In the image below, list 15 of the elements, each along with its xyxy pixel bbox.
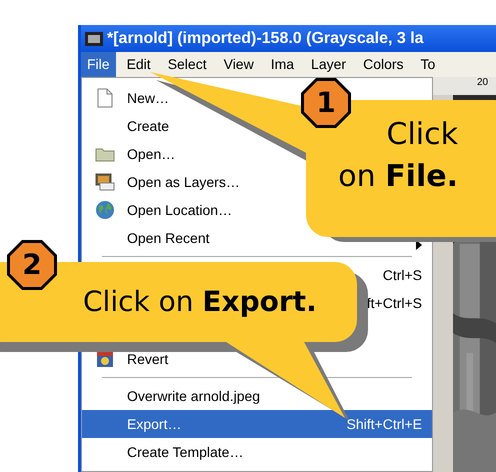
menu-item-label: Overwrite arnold.jpeg xyxy=(127,386,260,406)
menu-item-label: Open… xyxy=(127,144,176,164)
shortcut-label: Ctrl+S xyxy=(382,266,422,284)
step-number-badge: 2 xyxy=(7,240,57,290)
shortcut-label: Shift+Ctrl+E xyxy=(346,414,422,434)
callout-text: Click on Export. xyxy=(83,284,317,320)
window-title: *[arnold] (imported)-158.0 (Grayscale, 3 la xyxy=(107,28,424,48)
menu-item-label: Open Location… xyxy=(127,200,232,220)
menu-item-label: Export… xyxy=(127,414,182,434)
menu-item-label: Revert xyxy=(127,350,168,368)
menu-item-label: New… xyxy=(127,88,170,108)
menu-item-label: Create Template… xyxy=(127,442,244,462)
menu-item-label: Open as Layers… xyxy=(127,172,240,192)
menu-item-label: Open Recent xyxy=(127,228,210,248)
ruler-label: 20 xyxy=(477,77,488,89)
